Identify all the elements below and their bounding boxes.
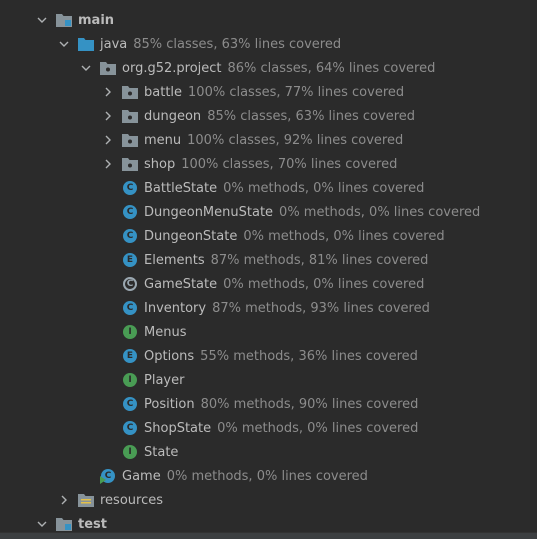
- tree-node-org-g52-project[interactable]: org.g52.project 86% classes, 64% lines c…: [0, 56, 537, 80]
- class-icon: C: [122, 420, 138, 436]
- tree-node-battle[interactable]: battle 100% classes, 77% lines covered: [0, 80, 537, 104]
- tree-node-label: Game: [122, 468, 161, 484]
- tree-node-dungeonstate[interactable]: C DungeonState 0% methods, 0% lines cove…: [0, 224, 537, 248]
- tree-node-label: resources: [100, 492, 164, 508]
- interface-icon: I: [122, 324, 138, 340]
- tree-node-label: Elements: [144, 252, 205, 268]
- tree-node-game[interactable]: C Game 0% methods, 0% lines covered: [0, 464, 537, 488]
- tree-node-java[interactable]: java 85% classes, 63% lines covered: [0, 32, 537, 56]
- tree-node-state[interactable]: I State: [0, 440, 537, 464]
- package-icon: [100, 60, 116, 76]
- tree-node-battlestate[interactable]: C BattleState 0% methods, 0% lines cover…: [0, 176, 537, 200]
- resources-folder-icon: [78, 492, 94, 508]
- tree-node-label: test: [78, 516, 107, 532]
- chevron-right-icon[interactable]: [100, 156, 116, 172]
- coverage-text: 87% methods, 81% lines covered: [210, 252, 429, 268]
- tree-node-label: dungeon: [144, 108, 202, 124]
- coverage-text: 100% classes, 92% lines covered: [187, 132, 404, 148]
- coverage-text: 85% classes, 63% lines covered: [133, 36, 342, 52]
- class-icon: C: [122, 396, 138, 412]
- tree-node-label: DungeonState: [144, 228, 238, 244]
- coverage-text: 80% methods, 90% lines covered: [200, 396, 419, 412]
- chevron-right-icon[interactable]: [100, 108, 116, 124]
- coverage-text: 100% classes, 70% lines covered: [181, 156, 398, 172]
- module-folder-icon: [56, 12, 72, 28]
- tree-node-main[interactable]: main: [0, 8, 537, 32]
- tree-node-label: GameState: [144, 276, 218, 292]
- coverage-text: 0% methods, 0% lines covered: [166, 468, 368, 484]
- tree-node-dungeonmenustate[interactable]: C DungeonMenuState 0% methods, 0% lines …: [0, 200, 537, 224]
- tree-node-label: Options: [144, 348, 195, 364]
- coverage-text: 0% methods, 0% lines covered: [223, 276, 425, 292]
- class-icon: C: [122, 300, 138, 316]
- coverage-text: 0% methods, 0% lines covered: [243, 228, 445, 244]
- tree-node-label: Menus: [144, 324, 187, 340]
- abstract-class-icon: C: [122, 276, 138, 292]
- coverage-text: 0% methods, 0% lines covered: [279, 204, 481, 220]
- chevron-right-icon[interactable]: [100, 84, 116, 100]
- chevron-down-icon[interactable]: [56, 36, 72, 52]
- chevron-down-icon[interactable]: [78, 60, 94, 76]
- source-folder-icon: [78, 36, 94, 52]
- enum-icon: E: [122, 252, 138, 268]
- tree-node-gamestate[interactable]: C GameState 0% methods, 0% lines covered: [0, 272, 537, 296]
- chevron-down-icon[interactable]: [34, 516, 50, 532]
- package-icon: [122, 156, 138, 172]
- tree-node-inventory[interactable]: C Inventory 87% methods, 93% lines cover…: [0, 296, 537, 320]
- tree-node-menu[interactable]: menu 100% classes, 92% lines covered: [0, 128, 537, 152]
- tree-node-label: DungeonMenuState: [144, 204, 274, 220]
- tree-node-position[interactable]: C Position 80% methods, 90% lines covere…: [0, 392, 537, 416]
- coverage-text: 0% methods, 0% lines covered: [223, 180, 425, 196]
- tree-node-label: java: [100, 36, 128, 52]
- coverage-text: 100% classes, 77% lines covered: [188, 84, 405, 100]
- coverage-text: 87% methods, 93% lines covered: [212, 300, 430, 316]
- chevron-down-icon[interactable]: [34, 12, 50, 28]
- class-icon: C: [122, 228, 138, 244]
- tree-node-options[interactable]: E Options 55% methods, 36% lines covered: [0, 344, 537, 368]
- class-icon: C: [122, 180, 138, 196]
- tree-node-label: main: [78, 12, 115, 28]
- tree-node-label: battle: [144, 84, 183, 100]
- interface-icon: I: [122, 444, 138, 460]
- tree-node-label: shop: [144, 156, 176, 172]
- main-class-icon: C: [100, 468, 116, 484]
- chevron-right-icon[interactable]: [56, 492, 72, 508]
- interface-icon: I: [122, 372, 138, 388]
- tree-node-label: Player: [144, 372, 185, 388]
- tree-node-label: Inventory: [144, 300, 207, 316]
- bottom-scroll-area: [0, 532, 537, 539]
- top-partial-row: [0, 0, 537, 3]
- coverage-text: 0% methods, 0% lines covered: [217, 420, 419, 436]
- class-icon: C: [122, 204, 138, 220]
- package-icon: [122, 108, 138, 124]
- tree-node-label: State: [144, 444, 179, 460]
- tree-node-shop[interactable]: shop 100% classes, 70% lines covered: [0, 152, 537, 176]
- enum-icon: E: [122, 348, 138, 364]
- tree-node-resources[interactable]: resources: [0, 488, 537, 512]
- coverage-text: 55% methods, 36% lines covered: [200, 348, 418, 364]
- tree-node-label: BattleState: [144, 180, 218, 196]
- tree-node-label: Position: [144, 396, 195, 412]
- tree-node-shopstate[interactable]: C ShopState 0% methods, 0% lines covered: [0, 416, 537, 440]
- tree-node-menus[interactable]: I Menus: [0, 320, 537, 344]
- tree-node-label: ShopState: [144, 420, 212, 436]
- coverage-text: 86% classes, 64% lines covered: [227, 60, 436, 76]
- package-icon: [122, 132, 138, 148]
- chevron-right-icon[interactable]: [100, 132, 116, 148]
- tree-node-elements[interactable]: E Elements 87% methods, 81% lines covere…: [0, 248, 537, 272]
- tree-node-dungeon[interactable]: dungeon 85% classes, 63% lines covered: [0, 104, 537, 128]
- tree-node-label: menu: [144, 132, 182, 148]
- tree-node-label: org.g52.project: [122, 60, 222, 76]
- coverage-text: 85% classes, 63% lines covered: [207, 108, 416, 124]
- tree-node-player[interactable]: I Player: [0, 368, 537, 392]
- module-folder-icon: [56, 516, 72, 532]
- package-icon: [122, 84, 138, 100]
